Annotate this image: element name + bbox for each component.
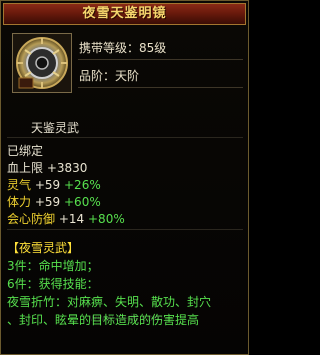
item-grade: 品阶：天阶 [79, 69, 140, 83]
item-name: 天鉴灵武 [31, 121, 80, 135]
set-bonus-6: 6件：获得技能： [7, 277, 99, 291]
stat-bonus: +26% [64, 178, 101, 192]
set-bonus-3: 3件：命中增加； [7, 259, 99, 273]
stat-row: 血上限 +3830 [7, 159, 87, 176]
stat-name: 灵气 [7, 178, 32, 192]
item-tooltip: 夜雪天鉴明镜 携带等级：85级 品阶：天阶 天鉴灵武 已绑定 血上限 +3830… [0, 0, 249, 355]
stat-name: 血上限 [7, 161, 44, 175]
stat-value: +59 [34, 178, 61, 192]
stat-value: +59 [34, 195, 61, 209]
stat-value: +14 [58, 212, 85, 226]
stat-name: 体力 [7, 195, 32, 209]
section-divider [7, 137, 243, 138]
set-name: 【夜雪灵武】 [7, 241, 80, 255]
item-icon-frame [12, 33, 72, 93]
meta-divider [78, 59, 243, 60]
bound-status: 已绑定 [7, 144, 44, 158]
stat-name: 会心防御 [7, 212, 56, 226]
stat-value: +3830 [46, 161, 88, 175]
item-title: 夜雪天鉴明镜 [3, 3, 246, 25]
mirror-icon [16, 37, 68, 89]
watermark: www.sxds.com [89, 313, 164, 324]
stat-bonus: +80% [88, 212, 125, 226]
section-divider [7, 229, 243, 230]
set-skill-desc: 夜雪折竹：对麻痹、失明、散功、封穴 [7, 295, 212, 309]
meta-divider [78, 87, 243, 88]
stat-row: 会心防御 +14 +80% [7, 210, 125, 227]
carry-level: 携带等级：85级 [79, 41, 167, 55]
stat-row: 体力 +59 +60% [7, 193, 101, 210]
stat-row: 灵气 +59 +26% [7, 176, 101, 193]
stat-bonus: +60% [64, 195, 101, 209]
